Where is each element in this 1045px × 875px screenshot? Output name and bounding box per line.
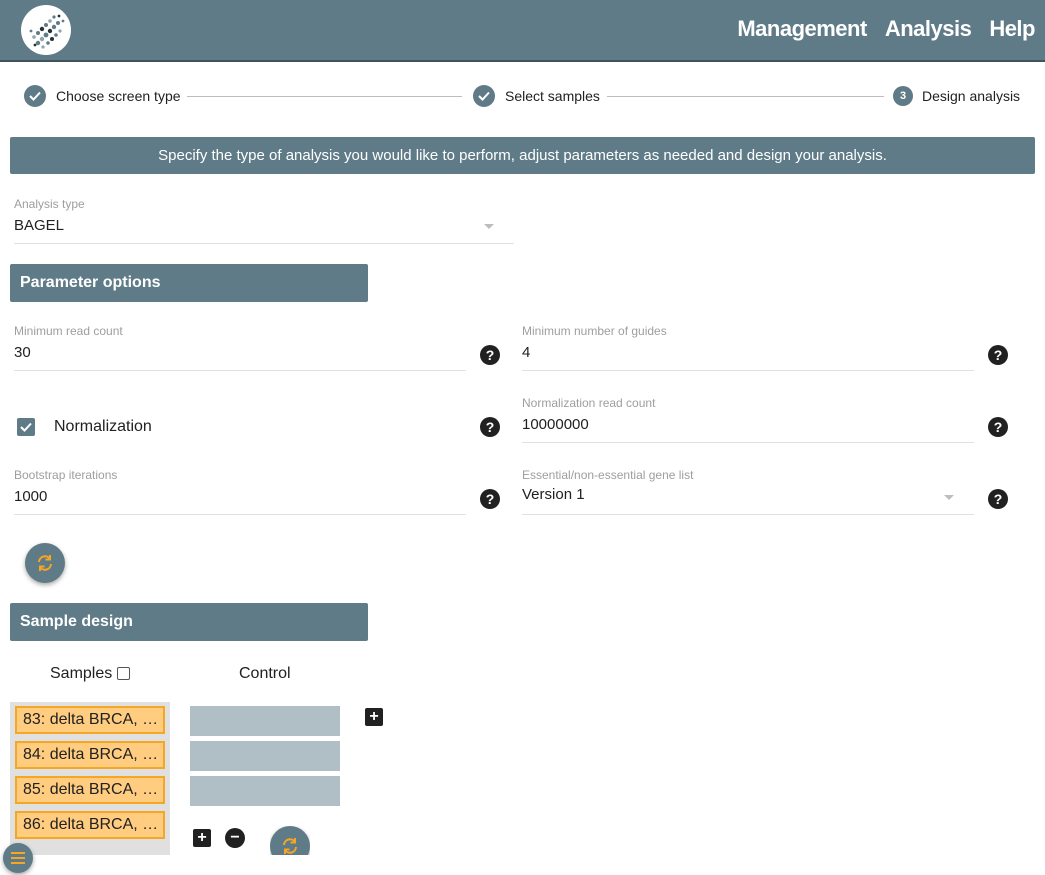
samples-column-header: Samples: [50, 665, 113, 682]
min-read-count-value: 30: [14, 344, 31, 361]
logo-dots-icon: [29, 14, 65, 49]
dropdown-arrow-icon: [484, 224, 494, 229]
sample-chip[interactable]: 85: delta BRCA, …: [15, 776, 165, 804]
gene-list-label: Essential/non-essential gene list: [522, 468, 694, 482]
top-app-bar: Management Analysis Help: [0, 0, 1045, 62]
select-all-samples-checkbox[interactable]: [117, 667, 130, 680]
field-underline: [14, 243, 514, 244]
sample-chip[interactable]: 83: delta BRCA, …: [15, 706, 165, 734]
help-icon[interactable]: ?: [988, 417, 1008, 437]
step-select-samples[interactable]: Select samples: [473, 85, 600, 107]
refresh-icon: [283, 838, 297, 854]
step-choose-screen-type[interactable]: Choose screen type: [24, 85, 181, 107]
normalization-checkbox[interactable]: [17, 418, 35, 436]
min-read-count-label: Minimum read count: [14, 324, 123, 338]
analysis-type-select[interactable]: Analysis type BAGEL: [14, 197, 514, 244]
help-icon[interactable]: ?: [988, 345, 1008, 365]
analysis-type-label: Analysis type: [14, 197, 85, 211]
field-underline: [522, 442, 974, 443]
min-guides-field[interactable]: Minimum number of guides 4: [522, 324, 974, 371]
reset-parameters-button[interactable]: [25, 543, 65, 583]
bootstrap-iterations-value: 1000: [14, 488, 48, 505]
app-logo[interactable]: [21, 5, 71, 55]
main-nav: Management Analysis Help: [737, 16, 1035, 42]
bootstrap-iterations-field[interactable]: Bootstrap iterations 1000: [14, 468, 466, 515]
add-row-button[interactable]: +: [193, 829, 211, 847]
help-icon[interactable]: ?: [480, 417, 500, 437]
step-number: 3: [893, 86, 913, 106]
normalization-read-count-field[interactable]: Normalization read count 10000000: [522, 396, 974, 443]
normalization-read-count-value: 10000000: [522, 416, 589, 433]
step-label: Select samples: [505, 88, 600, 104]
min-guides-label: Minimum number of guides: [522, 324, 667, 338]
field-underline: [522, 370, 974, 371]
bootstrap-iterations-label: Bootstrap iterations: [14, 468, 118, 482]
step-connector: [187, 96, 462, 97]
check-icon: [24, 85, 46, 107]
progress-stepper: Choose screen type Select samples 3 Desi…: [24, 85, 1024, 109]
add-control-column-button[interactable]: +: [365, 708, 383, 726]
control-drop-zone[interactable]: [190, 776, 340, 806]
check-icon: [20, 422, 32, 432]
step-label: Design analysis: [922, 88, 1021, 104]
nav-analysis[interactable]: Analysis: [885, 16, 972, 42]
min-guides-value: 4: [522, 344, 531, 361]
normalization-label: Normalization: [54, 418, 152, 435]
step-connector: [607, 96, 884, 97]
menu-button[interactable]: [3, 843, 33, 873]
refresh-icon: [38, 555, 52, 571]
help-icon[interactable]: ?: [988, 489, 1008, 509]
sample-chip[interactable]: 86: delta BRCA, …: [15, 811, 165, 839]
gene-list-select[interactable]: Essential/non-essential gene list Versio…: [522, 468, 974, 515]
dropdown-arrow-icon: [944, 495, 954, 500]
help-icon[interactable]: ?: [480, 489, 500, 509]
sample-design-header: Sample design: [10, 603, 368, 641]
normalization-read-count-label: Normalization read count: [522, 396, 656, 410]
nav-help[interactable]: Help: [989, 16, 1035, 42]
field-underline: [522, 514, 974, 515]
menu-icon: [11, 852, 25, 864]
gene-list-value: Version 1: [522, 486, 585, 503]
parameter-options-header: Parameter options: [10, 264, 368, 302]
control-column-header: Control: [239, 665, 291, 682]
reset-design-button[interactable]: [270, 826, 310, 855]
control-drop-zone[interactable]: [190, 741, 340, 771]
step-design-analysis[interactable]: 3 Design analysis: [893, 85, 1020, 107]
field-underline: [14, 370, 466, 371]
field-underline: [14, 514, 466, 515]
min-read-count-field[interactable]: Minimum read count 30: [14, 324, 466, 371]
remove-row-button[interactable]: −: [225, 828, 245, 848]
reset-design-button-wrapper: [270, 826, 310, 855]
analysis-type-value: BAGEL: [14, 217, 65, 234]
check-icon: [473, 85, 495, 107]
instruction-banner: Specify the type of analysis you would l…: [10, 137, 1035, 174]
nav-management[interactable]: Management: [737, 16, 867, 42]
sample-chip[interactable]: 84: delta BRCA, …: [15, 741, 165, 769]
control-drop-zone[interactable]: [190, 706, 340, 736]
step-label: Choose screen type: [56, 88, 181, 104]
help-icon[interactable]: ?: [480, 345, 500, 365]
